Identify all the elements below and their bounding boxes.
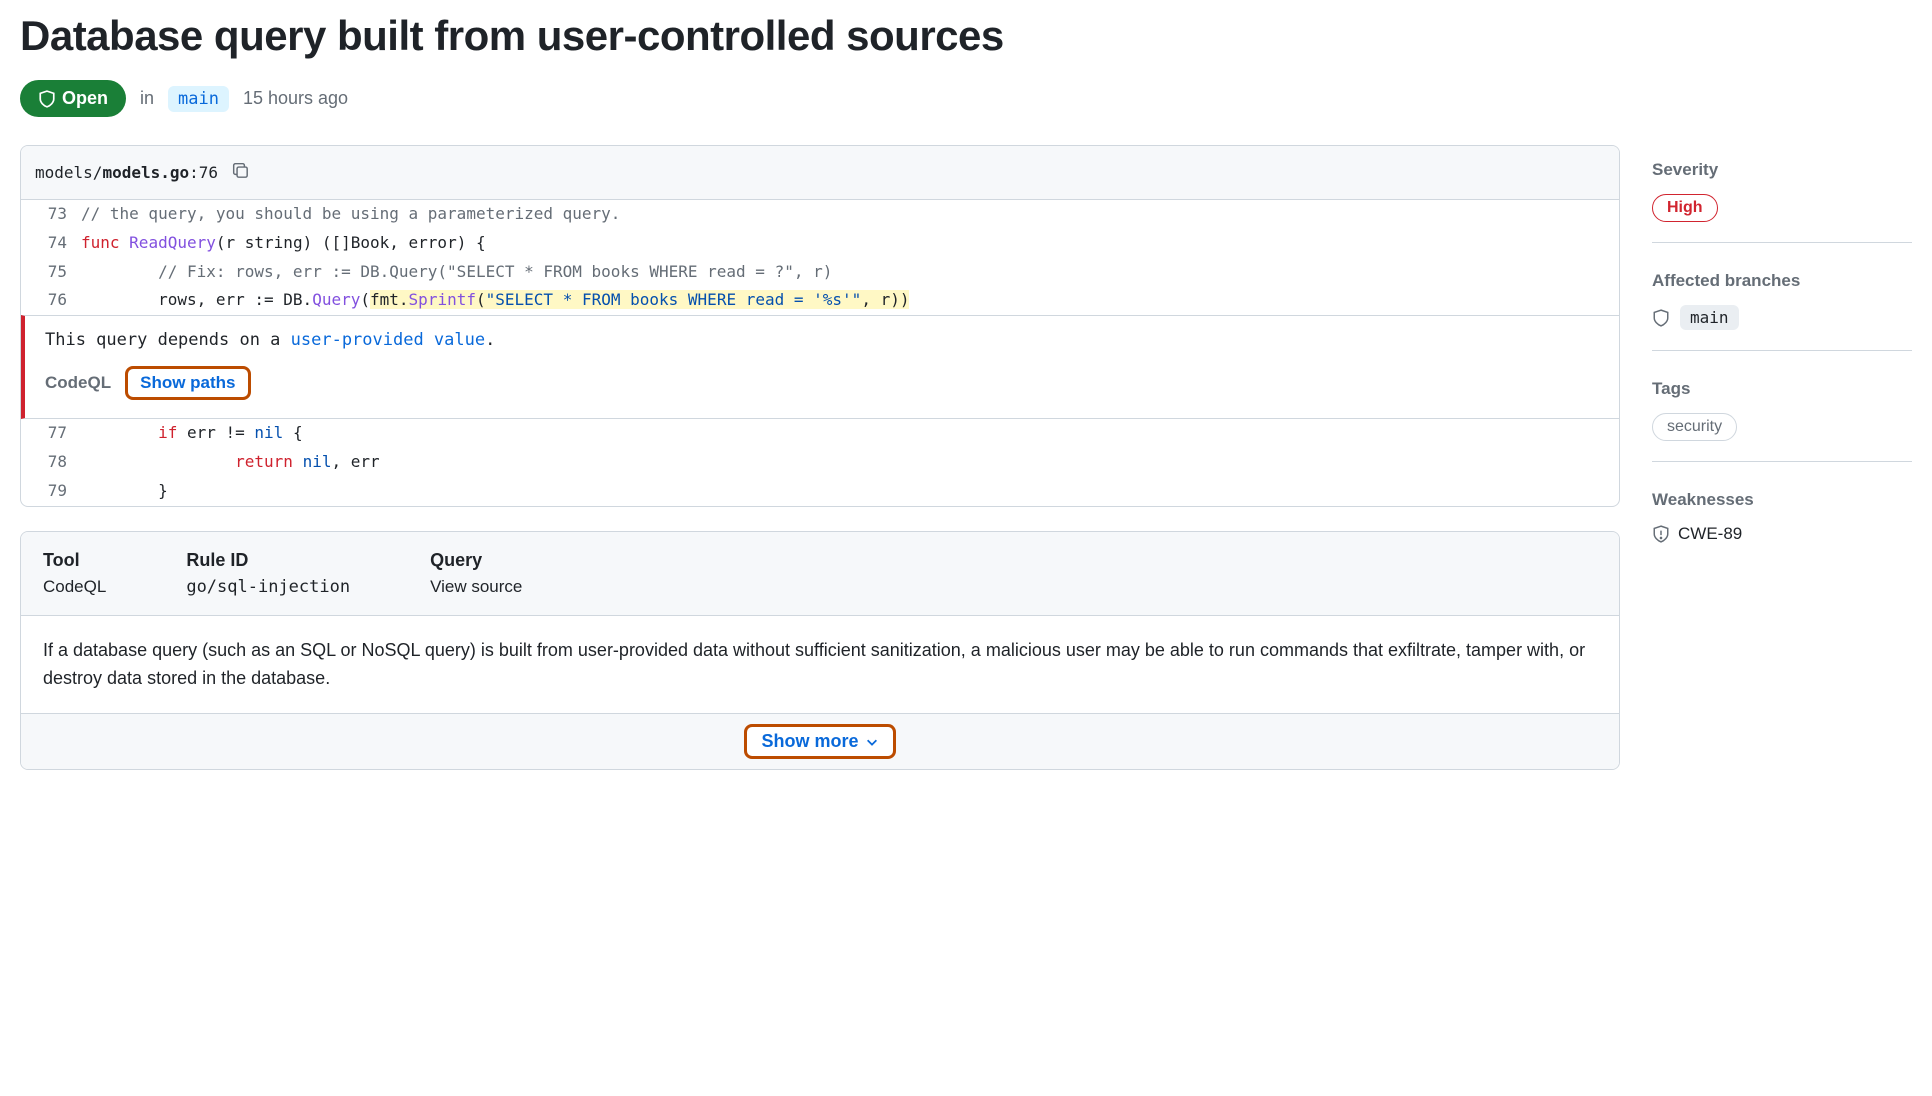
weaknesses-heading: Weaknesses [1652,490,1912,510]
meta-row: Open in main 15 hours ago [20,80,1620,117]
alert-tool-label: CodeQL [45,373,111,393]
chevron-down-icon [865,735,879,749]
tags-heading: Tags [1652,379,1912,399]
code-line-76: 76 rows, err := DB.Query(fmt.Sprintf("SE… [21,286,1619,315]
code-line-73: 73 // the query, you should be using a p… [21,200,1619,229]
affected-branches-section: Affected branches main [1652,271,1912,351]
show-more-row: Show more [21,713,1619,769]
info-query: Query View source [430,550,522,597]
info-grid: Tool CodeQL Rule ID go/sql-injection Que… [21,532,1619,615]
code-line-79: 79 } [21,477,1619,506]
copy-path-button[interactable] [228,158,254,187]
description-text: If a database query (such as an SQL or N… [21,615,1619,714]
code-line-77: 77 if err != nil { [21,419,1619,448]
copy-icon [232,162,250,180]
alert-message: This query depends on a user-provided va… [45,330,1599,350]
sidebar: Severity High Affected branches main Tag… [1652,160,1912,770]
tags-section: Tags security [1652,379,1912,462]
shield-icon [1652,309,1670,327]
view-source-link[interactable]: View source [430,577,522,597]
show-more-button[interactable]: Show more [744,724,895,759]
severity-badge: High [1652,194,1718,222]
in-text: in [140,88,154,109]
branch-chip[interactable]: main [168,86,229,112]
file-path[interactable]: models/models.go:76 [35,163,218,182]
tag-security[interactable]: security [1652,413,1737,441]
weakness-cwe-89[interactable]: CWE-89 [1678,524,1742,544]
info-rule: Rule ID go/sql-injection [186,550,350,597]
user-provided-value-link[interactable]: user-provided value [291,330,485,350]
severity-section: Severity High [1652,160,1912,243]
info-tool: Tool CodeQL [43,550,106,597]
code-line-75: 75 // Fix: rows, err := DB.Query("SELECT… [21,258,1619,287]
shield-icon [38,90,56,108]
status-open-badge: Open [20,80,126,117]
weaknesses-section: Weaknesses CWE-89 [1652,490,1912,564]
info-panel: Tool CodeQL Rule ID go/sql-injection Que… [20,531,1620,771]
code-line-74: 74 func ReadQuery(r string) ([]Book, err… [21,229,1619,258]
file-header: models/models.go:76 [21,146,1619,200]
severity-heading: Severity [1652,160,1912,180]
code-line-78: 78 return nil, err [21,448,1619,477]
affected-branch-main[interactable]: main [1680,305,1739,330]
affected-branches-heading: Affected branches [1652,271,1912,291]
shield-alert-icon [1652,525,1670,543]
alert-box: This query depends on a user-provided va… [21,315,1619,419]
time-ago: 15 hours ago [243,88,348,109]
code-panel: models/models.go:76 73 // the query, you… [20,145,1620,507]
page-title: Database query built from user-controlle… [20,12,1620,60]
show-paths-button[interactable]: Show paths [125,366,250,400]
status-label: Open [62,88,108,109]
